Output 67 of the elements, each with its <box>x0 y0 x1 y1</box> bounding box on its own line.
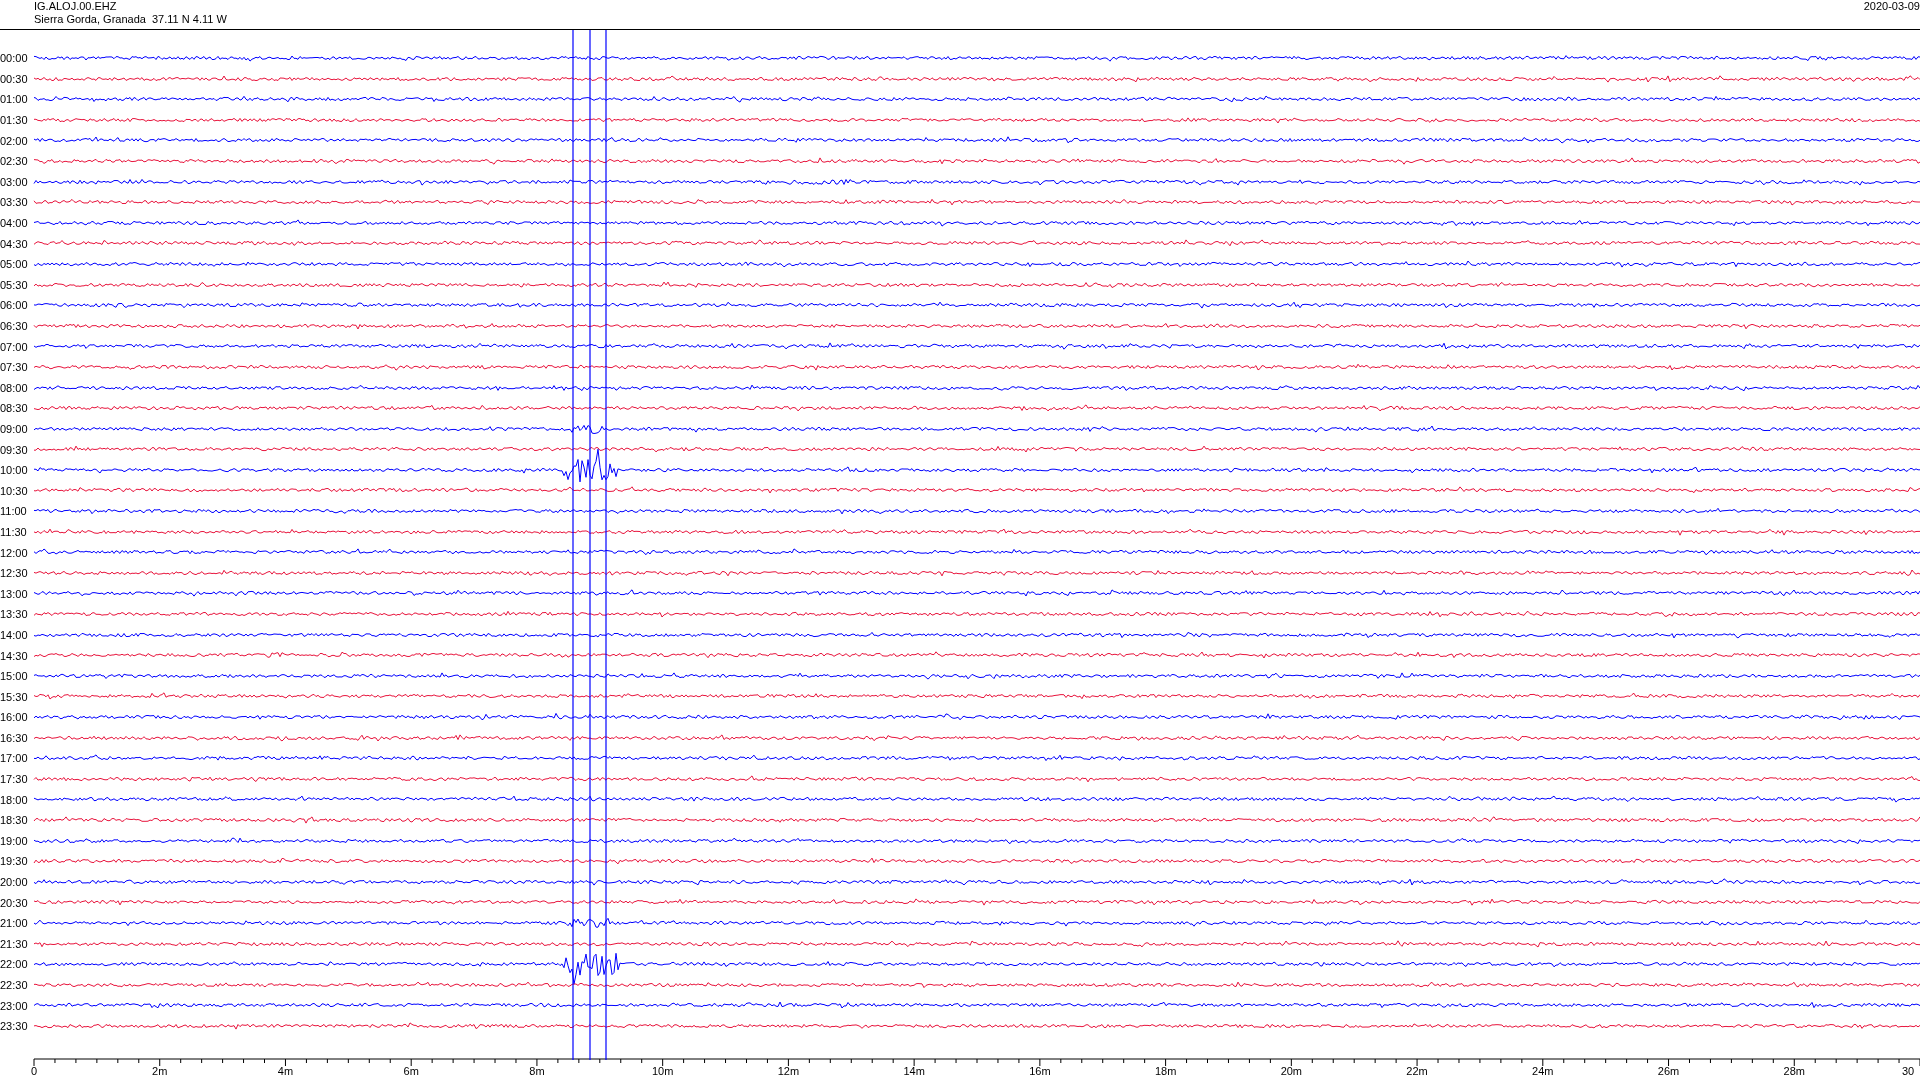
time-label: 16:30 <box>0 731 29 744</box>
axis-label: 20m <box>1280 1064 1303 1077</box>
time-label: 23:30 <box>0 1020 29 1033</box>
axis-label: 2m <box>152 1064 168 1077</box>
time-label: 05:00 <box>0 258 29 271</box>
time-label: 18:00 <box>0 793 29 806</box>
time-label: 07:00 <box>0 340 29 353</box>
axis-label: 18m <box>1154 1064 1177 1077</box>
axis-label: 22m <box>1406 1064 1428 1077</box>
time-label: 01:30 <box>0 114 29 127</box>
time-label: 11:30 <box>0 525 28 538</box>
time-label: 04:30 <box>0 237 29 250</box>
axis-label: 12m <box>777 1064 800 1077</box>
axis-label: 6m <box>403 1064 419 1077</box>
time-label: 16:00 <box>0 711 29 724</box>
axis-label: 26m <box>1657 1064 1680 1077</box>
time-label: 20:00 <box>0 876 29 889</box>
axis-label: 14m <box>903 1064 925 1077</box>
time-label: 08:30 <box>0 402 29 415</box>
time-label: 06:00 <box>0 299 29 312</box>
axis-label: 30 <box>1901 1064 1915 1077</box>
time-label: 07:30 <box>0 361 29 374</box>
time-label: 19:00 <box>0 834 29 847</box>
time-label: 04:00 <box>0 217 29 230</box>
time-label: 15:00 <box>0 670 29 683</box>
time-label: 13:30 <box>0 608 29 621</box>
axis-label: 10m <box>651 1064 674 1077</box>
time-label: 10:30 <box>0 484 29 497</box>
time-label: 09:30 <box>0 443 29 456</box>
time-label: 23:00 <box>0 999 29 1012</box>
time-label: 19:30 <box>0 855 29 868</box>
time-label: 22:30 <box>0 979 29 991</box>
axis-label: 24m <box>1532 1064 1554 1077</box>
time-label: 06:30 <box>0 320 29 332</box>
time-label: 18:30 <box>0 814 29 827</box>
date-label: 2020-03-09 <box>1863 0 1920 13</box>
time-label: 08:00 <box>0 381 29 394</box>
axis-label: 4m <box>277 1064 294 1077</box>
axis-label: 8m <box>529 1064 545 1077</box>
station-code: IG.ALOJ.00.EHZ <box>34 0 118 13</box>
time-label: 11:00 <box>0 505 28 518</box>
station-location: Sierra Gorda, Granada 37.11 N 4.11 W <box>34 13 227 26</box>
time-label: 02:30 <box>0 155 29 168</box>
time-label: 00:30 <box>0 72 29 85</box>
time-label: 03:30 <box>0 196 29 209</box>
time-label: 14:30 <box>0 649 29 662</box>
axis-label: 16m <box>1029 1064 1051 1077</box>
time-label: 14:00 <box>0 628 29 641</box>
time-label: 20:30 <box>0 896 29 909</box>
time-label: 22:00 <box>0 958 29 971</box>
time-label: 21:30 <box>0 937 29 950</box>
time-label: 03:00 <box>0 175 29 188</box>
time-label: 15:30 <box>0 690 29 703</box>
time-label: 12:30 <box>0 567 29 580</box>
time-label: 02:00 <box>0 134 29 147</box>
time-label: 05:30 <box>0 278 29 291</box>
time-label: 12:00 <box>0 546 29 559</box>
time-label: 21:00 <box>0 917 29 930</box>
time-label: 00:00 <box>0 52 29 65</box>
time-label: 17:30 <box>0 773 29 786</box>
axis-label: 0 <box>30 1064 38 1077</box>
axis-label: 28m <box>1783 1064 1805 1077</box>
time-label: 10:00 <box>0 464 29 477</box>
time-label: 09:00 <box>0 423 29 435</box>
time-label: 13:00 <box>0 587 29 600</box>
time-label: 01:00 <box>0 93 29 106</box>
time-label: 17:00 <box>0 752 29 765</box>
